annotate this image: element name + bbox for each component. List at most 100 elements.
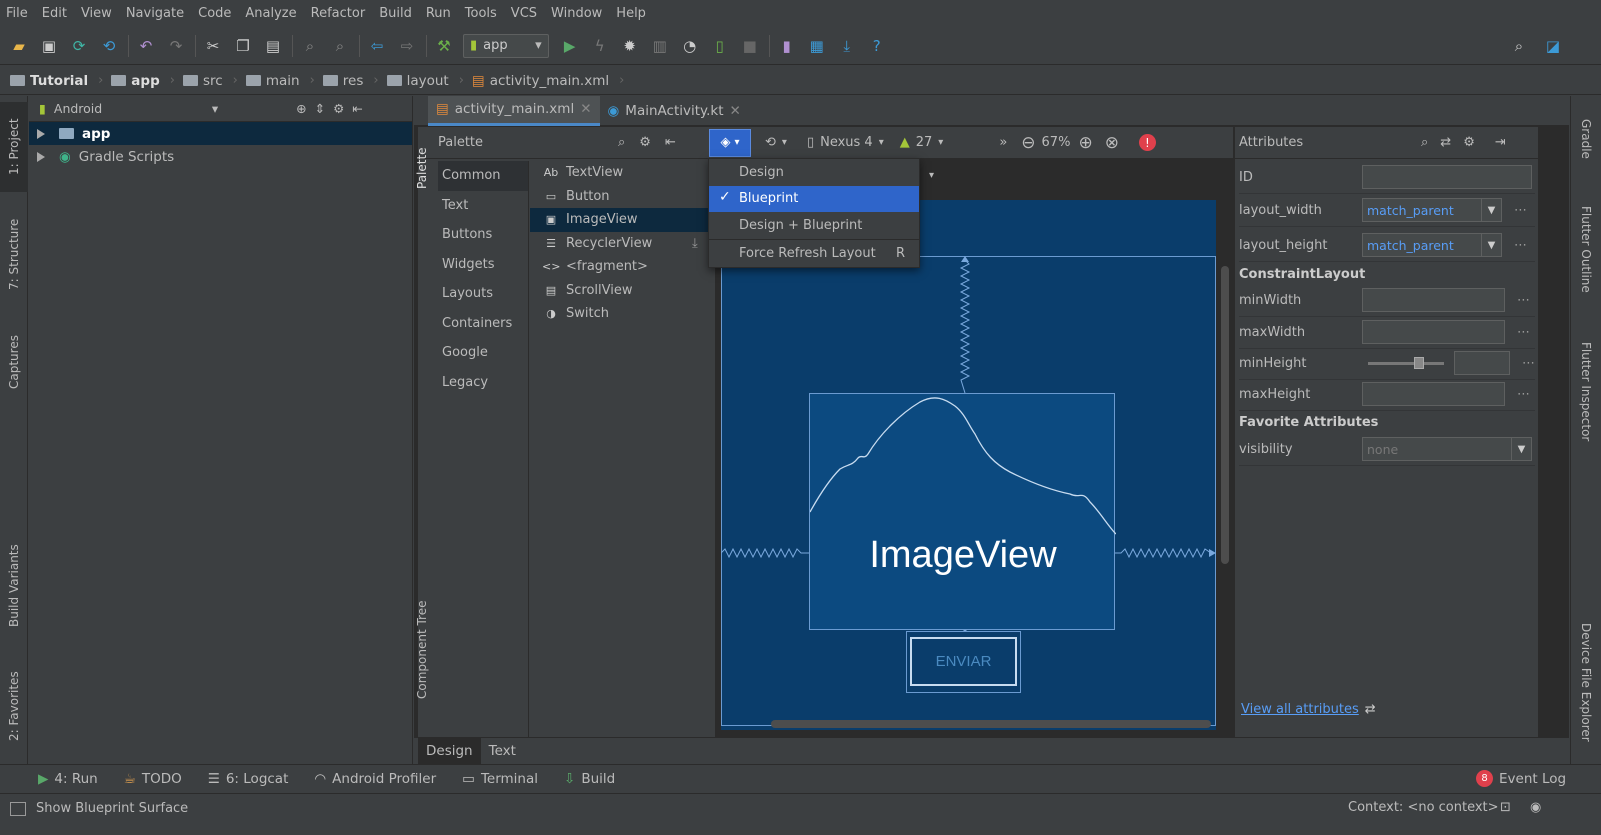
expand-icon[interactable] <box>37 128 45 139</box>
hide-panel-icon[interactable]: ⇤ <box>665 135 676 150</box>
cut-icon[interactable]: ✂ <box>202 35 224 57</box>
lock-icon[interactable]: ⊡ <box>1500 800 1511 815</box>
more-icon[interactable]: ⋯ <box>1514 203 1527 218</box>
menu-file[interactable]: File <box>6 6 28 21</box>
menu-navigate[interactable]: Navigate <box>126 6 184 21</box>
maxwidth-field[interactable] <box>1362 320 1505 344</box>
tree-item-app[interactable]: app <box>29 122 412 145</box>
id-field[interactable] <box>1362 165 1532 189</box>
palette-category-google[interactable]: Google <box>438 338 528 368</box>
tab-gradle[interactable]: Gradle <box>1573 104 1599 174</box>
search-everywhere-icon[interactable]: ⌕ <box>1508 35 1530 57</box>
swap-view-icon[interactable]: ⇄ <box>1440 135 1451 150</box>
palette-side-tab[interactable]: Palette <box>414 133 430 203</box>
palette-category-text[interactable]: Text <box>438 191 528 221</box>
apply-changes-icon[interactable]: ϟ <box>589 35 611 57</box>
tab-activity-main[interactable]: ▤ activity_main.xml ✕ <box>428 95 600 126</box>
find-icon[interactable]: ⌕ <box>299 35 321 57</box>
section-favorite-attributes[interactable]: Favorite Attributes <box>1239 415 1378 430</box>
dropdown-item-design[interactable]: Design <box>709 159 919 186</box>
blueprint-surface[interactable]: ImageView ENVIAR <box>721 200 1216 730</box>
tab-captures[interactable]: Captures <box>0 322 28 402</box>
visibility-select[interactable]: none ▼ <box>1362 437 1532 461</box>
project-structure-icon[interactable]: ▦ <box>806 35 828 57</box>
event-log-button[interactable]: 8 Event Log <box>1476 770 1566 787</box>
close-icon[interactable]: ✕ <box>580 101 591 117</box>
chevron-down-icon[interactable]: ▾ <box>212 101 218 116</box>
tree-item-gradle-scripts[interactable]: ◉ Gradle Scripts <box>29 145 412 168</box>
more-icon[interactable]: ⋯ <box>1517 293 1530 308</box>
minheight-field[interactable] <box>1454 351 1510 375</box>
crumb-layout[interactable]: layout <box>386 73 449 89</box>
layout-width-select[interactable]: match_parent ▼ <box>1362 198 1502 222</box>
sync-icon[interactable]: ⟳ <box>68 35 90 57</box>
slider-thumb[interactable] <box>1414 356 1424 369</box>
gear-icon[interactable]: ⚙ <box>333 101 344 116</box>
project-view-select[interactable]: Android <box>54 101 204 116</box>
todo-tool-button[interactable]: ☕ TODO <box>124 771 182 787</box>
palette-category-containers[interactable]: Containers <box>438 309 528 339</box>
tab-flutter-inspector[interactable]: Flutter Inspector <box>1573 328 1599 456</box>
overflow-icon[interactable]: » <box>999 135 1007 150</box>
tab-main-activity[interactable]: ◉ MainActivity.kt ✕ <box>600 96 749 126</box>
menu-window[interactable]: Window <box>551 6 602 21</box>
logcat-tool-button[interactable]: ☰ 6: Logcat <box>208 771 289 787</box>
replace-icon[interactable]: ⌕ <box>329 35 351 57</box>
palette-category-legacy[interactable]: Legacy <box>438 368 528 398</box>
menu-help[interactable]: Help <box>616 6 646 21</box>
view-all-attributes-link[interactable]: View all attributes ⇄ <box>1241 702 1376 717</box>
terminal-tool-button[interactable]: ▭ Terminal <box>462 771 538 787</box>
expand-icon[interactable] <box>37 151 45 162</box>
crumb-file[interactable]: ▤ activity_main.xml <box>472 73 609 89</box>
tab-favorites[interactable]: 2: Favorites <box>0 658 28 754</box>
attach-debugger-icon[interactable]: ◔ <box>679 35 701 57</box>
menu-view[interactable]: View <box>81 6 112 21</box>
api-select[interactable]: ▲ 27 ▾ <box>900 135 944 150</box>
minheight-slider[interactable] <box>1368 356 1444 369</box>
profile-icon[interactable]: ▥ <box>649 35 671 57</box>
run-icon[interactable]: ▶ <box>559 35 581 57</box>
locate-icon[interactable]: ⊕ <box>296 101 306 116</box>
search-icon[interactable]: ⌕ <box>618 135 625 150</box>
collapse-all-icon[interactable]: ⇕ <box>315 101 325 116</box>
run-config-select[interactable]: ▮ app ▾ <box>463 33 549 58</box>
palette-item-button[interactable]: ▭ Button <box>530 185 715 209</box>
help-icon[interactable]: ? <box>866 35 888 57</box>
gradle-sync-icon[interactable]: ⟲ <box>98 35 120 57</box>
error-icon[interactable]: ! <box>1138 134 1156 151</box>
make-project-icon[interactable]: ⚒ <box>433 35 455 57</box>
palette-item-switch[interactable]: ◑ Switch <box>530 302 715 326</box>
undo-icon[interactable]: ↶ <box>135 35 157 57</box>
redo-icon[interactable]: ↷ <box>165 35 187 57</box>
section-constraint-layout[interactable]: ConstraintLayout <box>1239 267 1365 282</box>
imageview-widget[interactable]: ImageView <box>809 393 1116 630</box>
tab-project[interactable]: 1: Project <box>0 102 28 192</box>
inspector-icon[interactable]: ◉ <box>1530 800 1541 815</box>
tab-device-file-explorer[interactable]: Device File Explorer <box>1573 612 1599 752</box>
palette-item-fragment[interactable]: <> <fragment> <box>530 255 715 279</box>
profiler-tool-button[interactable]: ◠ Android Profiler <box>314 771 436 787</box>
zoom-out-icon[interactable]: ⊖ <box>1021 133 1035 153</box>
menu-tools[interactable]: Tools <box>465 6 497 21</box>
crumb-res[interactable]: res <box>322 73 363 89</box>
vertical-scrollbar[interactable] <box>1221 266 1229 564</box>
device-select[interactable]: ▯ Nexus 4 ▾ <box>807 135 884 150</box>
coverage-icon[interactable]: ▯ <box>709 35 731 57</box>
gear-icon[interactable]: ⚙ <box>1463 135 1475 150</box>
search-icon[interactable]: ⌕ <box>1421 135 1428 150</box>
menu-run[interactable]: Run <box>426 6 451 21</box>
orientation-button[interactable]: ⟲ ▾ <box>765 135 787 150</box>
tab-build-variants[interactable]: Build Variants <box>0 532 28 640</box>
forward-icon[interactable]: ⇨ <box>396 35 418 57</box>
chevron-down-icon[interactable]: ▾ <box>929 170 934 181</box>
copy-icon[interactable]: ❐ <box>232 35 254 57</box>
back-icon[interactable]: ⇦ <box>366 35 388 57</box>
sdk-manager-icon[interactable]: ⤓ <box>836 35 858 57</box>
zoom-fit-icon[interactable]: ⊗ <box>1105 133 1119 153</box>
crumb-src[interactable]: src <box>182 73 223 89</box>
build-tool-button[interactable]: ⇩ Build <box>564 771 615 787</box>
menu-build[interactable]: Build <box>379 6 412 21</box>
tab-flutter-outline[interactable]: Flutter Outline <box>1573 190 1599 308</box>
menu-edit[interactable]: Edit <box>42 6 67 21</box>
palette-category-widgets[interactable]: Widgets <box>438 250 528 280</box>
